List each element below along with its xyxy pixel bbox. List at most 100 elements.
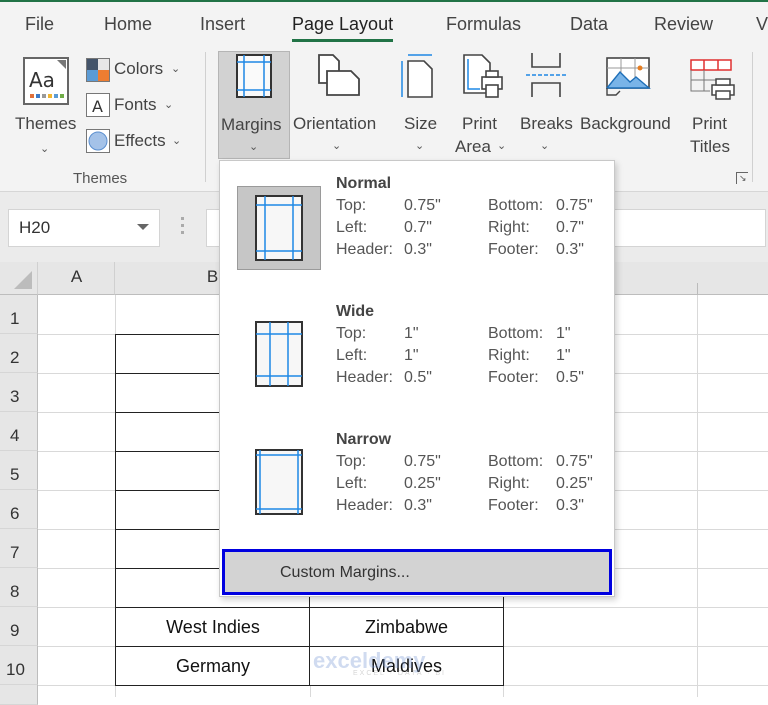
print-titles-button[interactable]: Print Titles [686,51,740,159]
margin-value-label: 1" [404,325,419,342]
name-box-value: H20 [19,218,51,237]
colors-label: Colors [114,59,164,78]
margin-option-normal[interactable]: Normal Top: 0.75" Bottom: 0.75" Left: 0.… [220,161,614,289]
margin-value-label: Bottom: [488,197,544,214]
header-label: 9 [10,621,20,640]
margin-value-label: 1" [556,325,571,342]
margin-value-label: 0.7" [556,219,584,236]
custom-margins-menu-item[interactable]: Custom Margins... [222,549,612,595]
tab-formulas[interactable]: Formulas [446,14,521,35]
svg-text:A: A [92,97,103,116]
breaks-button[interactable]: Breaks ⌄ [518,51,574,159]
tab-review[interactable]: Review [654,14,713,35]
chevron-down-icon: ⌄ [249,141,259,153]
tab-file[interactable]: File [25,14,54,35]
page-setup-dialog-launcher[interactable]: ↘ [736,172,748,184]
effects-button[interactable]: Effects ⌄ [86,128,186,154]
fonts-button[interactable]: A Fonts ⌄ [86,92,186,118]
cell-c9[interactable]: Zimbabwe [309,607,504,647]
background-label: Background [580,114,671,133]
margin-option-wide[interactable]: Wide Top: 1" Bottom: 1" Left: 1" Right: … [220,289,614,417]
margin-value-label: 0.75" [404,453,441,470]
column-header-a[interactable]: A [38,262,115,295]
margin-value-label: Top: [336,453,367,470]
margin-value-label: Left: [336,347,368,364]
margin-value-label: Header: [336,241,393,258]
header-label: 3 [10,387,20,406]
themes-label: Themes [15,114,77,133]
background-button[interactable]: Background [578,51,678,159]
chevron-down-icon: ⌄ [171,63,181,75]
margin-value-label: 1" [556,347,571,364]
margin-value-label: Right: [488,219,530,236]
row-header-11[interactable] [0,685,38,705]
themes-icon: Aa [23,57,69,105]
normal-margins-icon [255,195,303,261]
row-header-3[interactable]: 3 [0,373,38,412]
cell-c10[interactable]: Maldives [309,646,504,686]
row-header-1[interactable]: 1 [0,295,38,334]
row-header-7[interactable]: 7 [0,529,38,568]
breaks-icon [526,53,566,97]
select-all-corner[interactable] [0,262,38,295]
chevron-down-icon: ⌄ [172,135,182,147]
margin-value-label: Top: [336,325,367,342]
row-header-5[interactable]: 5 [0,451,38,490]
chevron-down-icon: ⌄ [332,140,342,152]
margin-option-narrow[interactable]: Narrow Top: 0.75" Bottom: 0.75" Left: 0.… [220,417,614,545]
tab-view[interactable]: V [756,14,768,35]
column-divider [697,283,698,295]
tab-insert[interactable]: Insert [200,14,245,35]
name-box[interactable]: H20 [8,209,160,247]
tab-home[interactable]: Home [104,14,152,35]
margin-value-label: 0.25" [556,475,593,492]
margin-value-label: 0.75" [556,453,593,470]
margin-value-label: Left: [336,219,368,236]
print-area-label-2: Area [455,137,491,156]
print-titles-label-2: Titles [690,137,730,156]
cell-b9[interactable]: West Indies [115,607,311,647]
margin-value-label: Header: [336,497,393,514]
size-button[interactable]: Size ⌄ [397,51,443,159]
name-box-dropdown-icon[interactable] [137,224,149,230]
print-titles-icon [690,59,735,100]
ribbon-tabs: File Home Insert Page Layout Formulas Da… [0,2,768,46]
themes-button[interactable]: Aa Themes ⌄ [10,52,82,162]
launcher-arrow-icon: ↘ [739,173,747,183]
margin-value-label: Footer: [488,497,539,514]
chevron-down-icon: ⌄ [40,143,50,155]
colors-button[interactable]: Colors ⌄ [86,56,186,82]
margin-value-label: Header: [336,369,393,386]
chevron-down-icon: ⌄ [497,140,507,152]
margin-value-label: 0.3" [556,497,584,514]
print-area-button[interactable]: Print Area ⌄ [452,51,512,159]
header-label: 5 [10,465,20,484]
margin-value-label: Footer: [488,241,539,258]
wide-margins-icon [255,321,303,387]
orientation-button[interactable]: Orientation ⌄ [292,51,384,159]
row-header-8[interactable]: 8 [0,568,38,607]
tab-page-layout[interactable]: Page Layout [292,14,394,42]
group-separator [205,52,206,182]
svg-text:Aa: Aa [29,68,55,92]
formula-bar-splitter[interactable] [181,217,185,238]
row-header-9[interactable]: 9 [0,607,38,646]
margin-value-label: 0.3" [404,497,432,514]
fonts-label: Fonts [114,95,157,114]
cell-b10[interactable]: Germany [115,646,311,686]
header-label: 7 [10,543,20,562]
margin-value-label: 0.3" [404,241,432,258]
header-label: A [70,267,83,286]
row-header-2[interactable]: 2 [0,334,38,373]
header-label: 2 [10,348,20,367]
row-header-4[interactable]: 4 [0,412,38,451]
margins-button[interactable]: Margins ⌄ [218,51,290,159]
group-separator [752,52,753,182]
margin-value-label: Bottom: [488,453,544,470]
tab-data[interactable]: Data [570,14,608,35]
chevron-down-icon: ⌄ [540,140,550,152]
row-header-6[interactable]: 6 [0,490,38,529]
margins-dropdown-menu: Normal Top: 0.75" Bottom: 0.75" Left: 0.… [219,160,615,597]
print-area-label-1: Print [462,114,497,133]
row-header-10[interactable]: 10 [0,646,38,685]
